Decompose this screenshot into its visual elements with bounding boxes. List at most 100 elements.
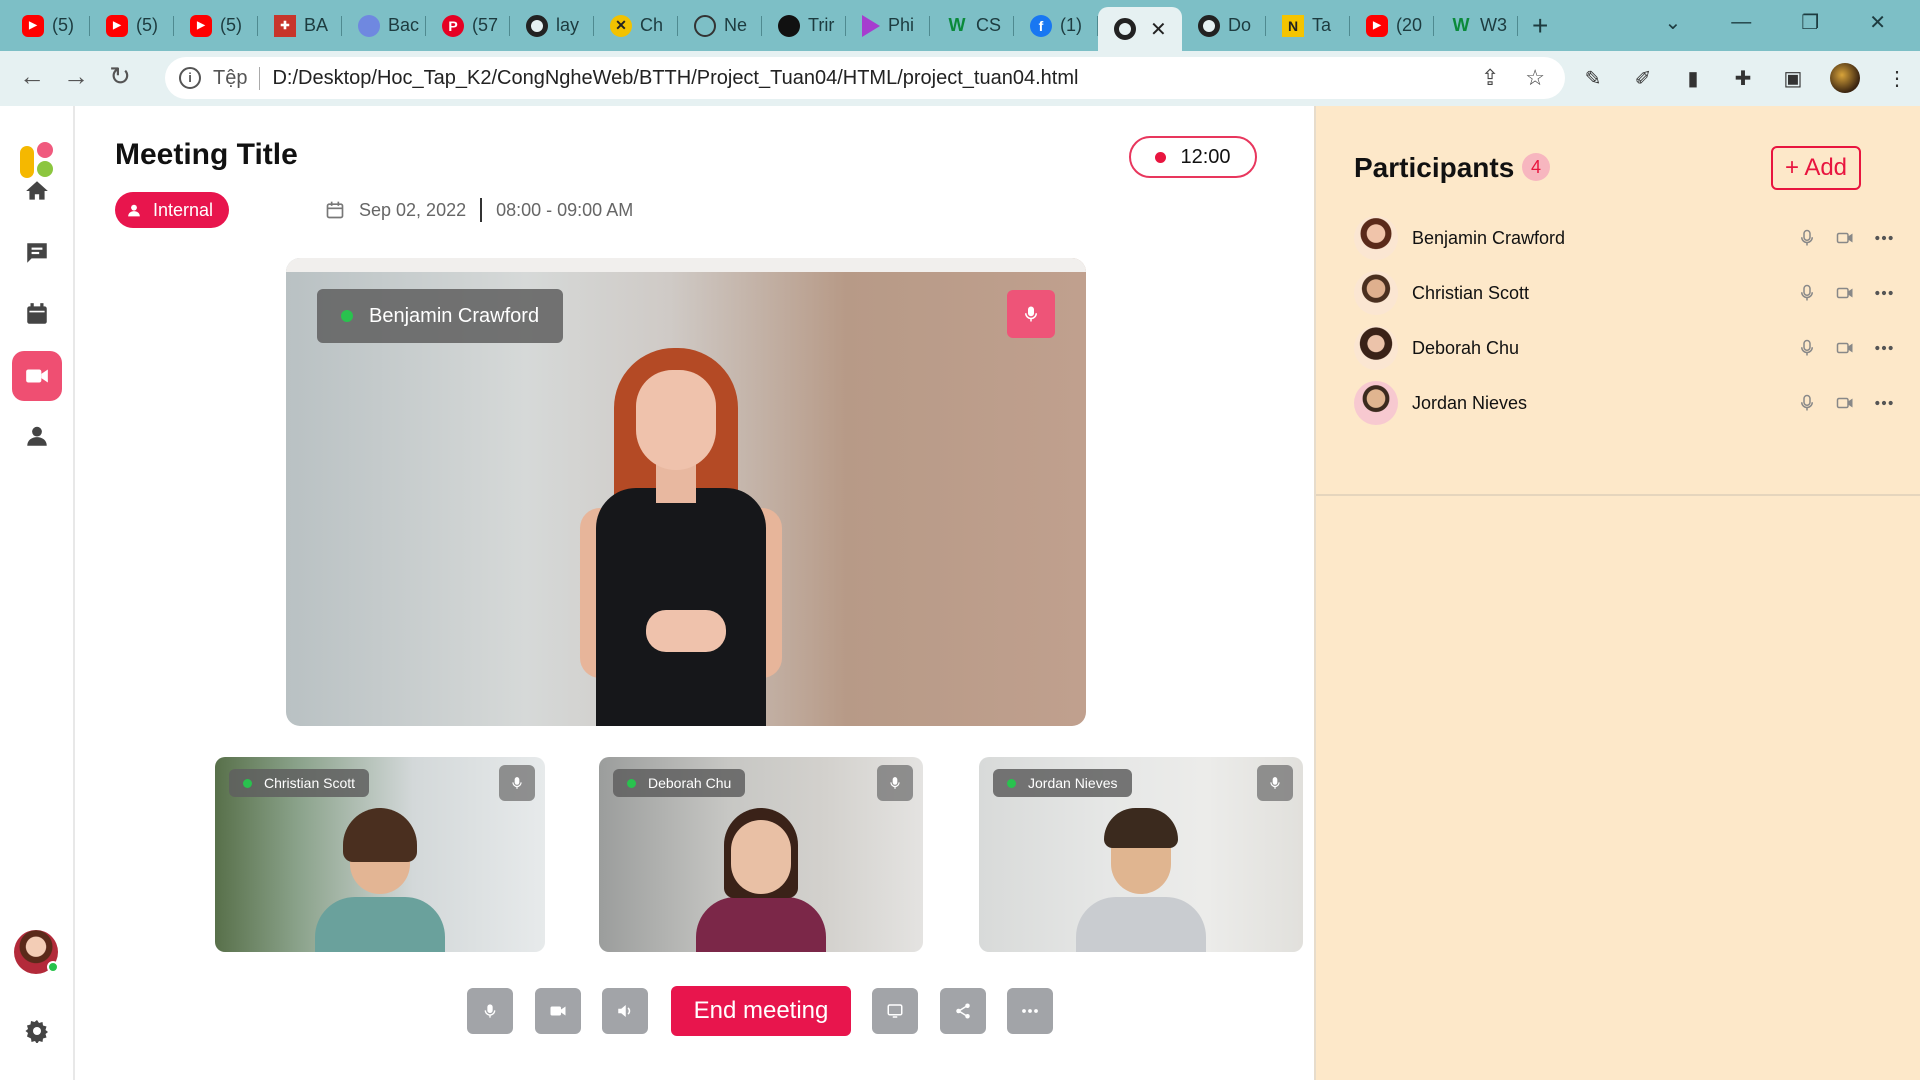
- window-controls: ⌄ — ❐ ✕: [1665, 0, 1920, 44]
- back-icon[interactable]: ←: [12, 61, 52, 92]
- screen-share-button[interactable]: [872, 988, 918, 1034]
- main-speaker-video[interactable]: Benjamin Crawford: [286, 258, 1086, 726]
- browser-tab[interactable]: Trir: [762, 6, 846, 46]
- mute-button[interactable]: [467, 988, 513, 1034]
- participant-thumbnail[interactable]: Deborah Chu: [599, 757, 923, 952]
- participant-avatar: [1354, 381, 1398, 425]
- end-meeting-button[interactable]: End meeting: [671, 986, 851, 1036]
- minimize-icon[interactable]: —: [1731, 11, 1751, 34]
- browser-tab[interactable]: f (1): [1014, 6, 1098, 46]
- browser-tab[interactable]: W W3: [1434, 6, 1518, 46]
- video-camera-icon[interactable]: [1834, 394, 1856, 412]
- facebook-icon: f: [1030, 14, 1052, 37]
- share-icon[interactable]: ⇪: [1481, 65, 1499, 91]
- w-icon: W: [948, 15, 966, 35]
- browser-tab[interactable]: Bac: [342, 6, 426, 46]
- live-status-dot: [627, 778, 636, 788]
- extensions-area: ✎ ✐ ▮ ✚ ▣ ⋮: [1580, 57, 1910, 99]
- participant-name: Christian Scott: [1412, 282, 1530, 303]
- thumbnail-mic-button[interactable]: [1257, 765, 1293, 801]
- video-call-icon[interactable]: [12, 351, 62, 401]
- puzzle-icon[interactable]: ✚: [1730, 65, 1756, 91]
- speaker-mic-button[interactable]: [1007, 290, 1055, 338]
- tab-search-icon[interactable]: ⌄: [1665, 10, 1682, 35]
- participant-row[interactable]: Benjamin Crawford: [1354, 214, 1894, 262]
- clipboard-extension-icon[interactable]: ▮: [1680, 65, 1706, 91]
- participants-list: Benjamin Crawford Christian Scott Debora…: [1316, 214, 1920, 496]
- thumbnail-name: Christian Scott: [264, 775, 356, 791]
- reload-icon[interactable]: ↻: [100, 61, 140, 92]
- more-dots-icon[interactable]: [1874, 400, 1894, 406]
- address-bar[interactable]: i Tệp D:/Desktop/Hoc_Tap_K2/CongNgheWeb/…: [165, 57, 1565, 99]
- thumbnail-name: Deborah Chu: [648, 775, 732, 791]
- browser-tab[interactable]: ▶ (5): [174, 6, 258, 46]
- participant-thumbnail[interactable]: Jordan Nieves: [979, 757, 1303, 952]
- browser-tab[interactable]: ✕ Ch: [594, 6, 678, 46]
- close-tab-icon[interactable]: ✕: [1150, 17, 1167, 42]
- speaker-name-tag: Benjamin Crawford: [317, 289, 564, 343]
- globe-icon: [526, 14, 548, 37]
- home-icon[interactable]: [12, 166, 62, 216]
- current-user-avatar[interactable]: [14, 930, 59, 974]
- more-dots-icon[interactable]: [1874, 345, 1894, 351]
- more-dots-icon[interactable]: [1874, 290, 1894, 296]
- browser-tab[interactable]: P (57: [426, 6, 510, 46]
- participant-name: Jordan Nieves: [1412, 392, 1528, 413]
- browser-tab[interactable]: Phi: [846, 6, 930, 46]
- browser-tab[interactable]: lay: [510, 6, 594, 46]
- gear-icon[interactable]: [12, 1006, 62, 1056]
- camera-button[interactable]: [535, 988, 581, 1034]
- close-window-icon[interactable]: ✕: [1869, 10, 1886, 35]
- browser-tab[interactable]: Do: [1182, 6, 1266, 46]
- user-icon[interactable]: [12, 411, 62, 461]
- thumbnail-mic-button[interactable]: [499, 765, 535, 801]
- notion-icon: N: [1282, 14, 1304, 37]
- tab-label: Phi: [888, 15, 915, 35]
- restore-icon[interactable]: ❐: [1801, 10, 1819, 35]
- browser-tab[interactable]: ▶ (5): [6, 6, 90, 46]
- bookmark-star-icon[interactable]: ☆: [1525, 65, 1545, 91]
- participant-row[interactable]: Jordan Nieves: [1354, 379, 1894, 427]
- video-camera-icon[interactable]: [1834, 229, 1856, 247]
- participant-image: [686, 802, 836, 952]
- browser-tab[interactable]: ✚ BA: [258, 6, 342, 46]
- more-options-button[interactable]: [1007, 988, 1053, 1034]
- add-participant-button[interactable]: + Add: [1771, 146, 1861, 190]
- forward-icon[interactable]: →: [56, 61, 96, 92]
- pen-extension-icon[interactable]: ✐: [1630, 65, 1656, 91]
- calendar-icon[interactable]: [12, 289, 62, 339]
- w-icon: W: [1452, 15, 1470, 35]
- speaker-button[interactable]: [602, 988, 648, 1034]
- microphone-icon[interactable]: [1798, 283, 1816, 303]
- recording-dot-icon: [1155, 151, 1167, 163]
- eyedropper-icon[interactable]: ✎: [1580, 65, 1606, 91]
- browser-tab-active[interactable]: ✕: [1098, 7, 1182, 51]
- participant-row[interactable]: Christian Scott: [1354, 269, 1894, 317]
- chat-icon[interactable]: [12, 228, 62, 278]
- participant-thumbnail[interactable]: Christian Scott: [215, 757, 545, 952]
- browser-tab[interactable]: Ne: [678, 6, 762, 46]
- microphone-icon[interactable]: [1798, 393, 1816, 413]
- tab-label: Trir: [808, 15, 835, 35]
- browser-tab[interactable]: W CS: [930, 6, 1014, 46]
- address-url[interactable]: D:/Desktop/Hoc_Tap_K2/CongNgheWeb/BTTH/P…: [272, 67, 1078, 90]
- browser-tab[interactable]: N Ta: [1266, 6, 1350, 46]
- participant-row[interactable]: Deborah Chu: [1354, 324, 1894, 372]
- video-camera-icon[interactable]: [1834, 284, 1856, 302]
- browser-tab[interactable]: ▶ (20: [1350, 6, 1434, 46]
- meeting-app: Meeting Title 12:00 Internal Sep 02, 202…: [0, 106, 1920, 1080]
- online-status-dot: [47, 961, 59, 973]
- kebab-menu-icon[interactable]: ⋮: [1884, 65, 1910, 91]
- profile-avatar[interactable]: [1830, 63, 1860, 93]
- browser-tab[interactable]: ▶ (5): [90, 6, 174, 46]
- video-camera-icon[interactable]: [1834, 339, 1856, 357]
- side-panel-icon[interactable]: ▣: [1780, 65, 1806, 91]
- share-button[interactable]: [940, 988, 986, 1034]
- microphone-icon[interactable]: [1798, 228, 1816, 248]
- share-icon: [956, 1003, 970, 1019]
- new-tab-icon[interactable]: +: [1532, 0, 1548, 51]
- info-icon[interactable]: i: [179, 67, 201, 89]
- microphone-icon[interactable]: [1798, 338, 1816, 358]
- more-dots-icon[interactable]: [1874, 235, 1894, 241]
- thumbnail-mic-button[interactable]: [877, 765, 913, 801]
